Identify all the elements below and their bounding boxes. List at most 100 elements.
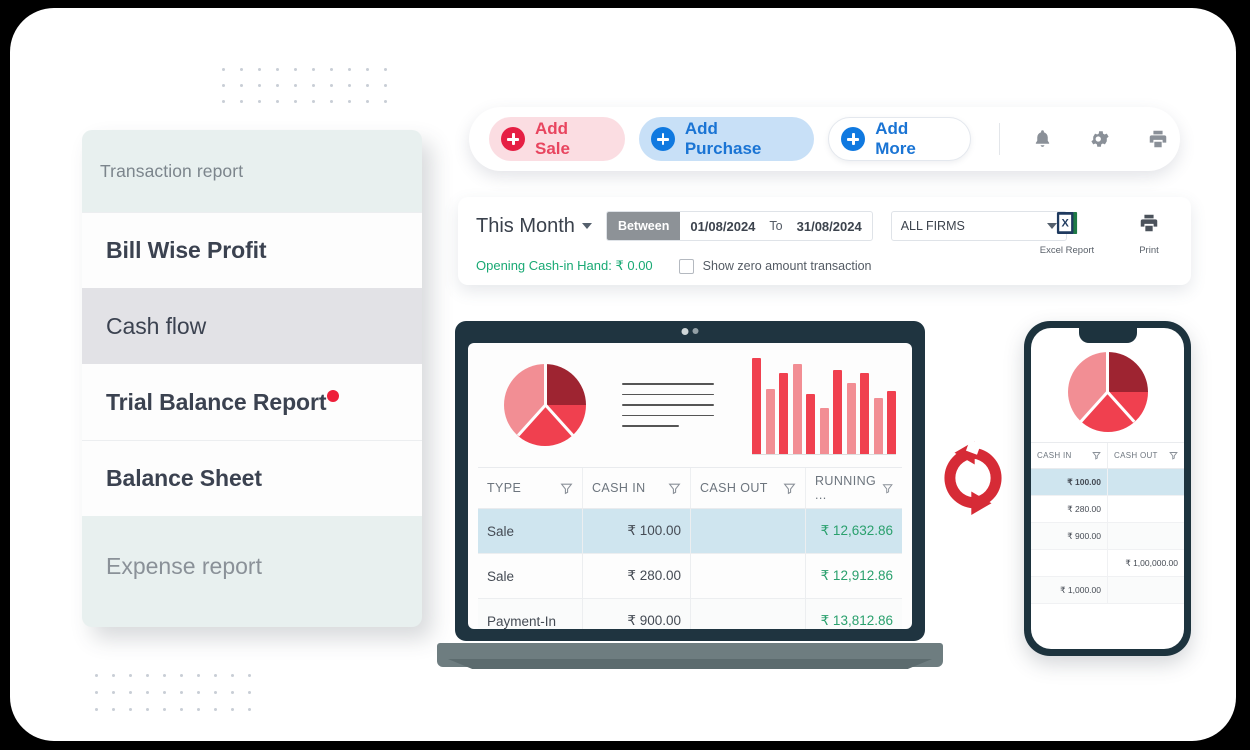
plus-circle-icon: [841, 127, 866, 151]
date-from-input[interactable]: 01/08/2024: [680, 212, 765, 240]
to-label: To: [769, 219, 783, 233]
opening-cash-in-hand: Opening Cash-in Hand: ₹ 0.00: [476, 258, 653, 273]
list-item[interactable]: ₹ 900.00: [1031, 523, 1184, 550]
add-purchase-button[interactable]: Add Purchase: [638, 117, 815, 161]
cell-cash-out: [1108, 496, 1184, 522]
gear-icon[interactable]: [1078, 119, 1122, 159]
column-label: RUNNING ...: [815, 474, 877, 502]
add-sale-button[interactable]: Add Sale: [489, 117, 625, 161]
pie-chart: [504, 364, 586, 446]
list-item[interactable]: ₹ 100.00: [1031, 469, 1184, 496]
sidebar-item-trial-balance-report[interactable]: Trial Balance Report: [82, 364, 422, 440]
laptop-chart-row: [468, 343, 912, 467]
phone-mockup: CASH IN CASH OUT ₹ 100.00 ₹ 280.00 ₹ 900…: [1024, 321, 1191, 656]
column-header-type[interactable]: TYPE: [478, 468, 583, 508]
sidebar-item-cash-flow[interactable]: Cash flow: [82, 288, 422, 364]
cash-flow-table: TYPE CASH IN CASH OUT RUNNING ... Sale ₹…: [468, 467, 912, 629]
cell-type: Sale: [478, 509, 583, 553]
cell-type: Sale: [478, 554, 583, 598]
sidebar-item-expense-report[interactable]: Expense report: [82, 516, 422, 616]
bar: [833, 369, 842, 454]
column-header-cash-in[interactable]: CASH IN: [1031, 443, 1108, 468]
bar: [752, 358, 761, 454]
filter-icon[interactable]: [882, 482, 893, 495]
column-header-running[interactable]: RUNNING ...: [806, 468, 902, 508]
cell-cash-out: [1108, 469, 1184, 495]
print-button[interactable]: Print: [1121, 211, 1177, 256]
bar: [765, 388, 775, 454]
print-label: Print: [1139, 245, 1159, 256]
plus-circle-icon: [650, 127, 675, 151]
column-label: TYPE: [487, 481, 522, 495]
bar: [846, 382, 856, 454]
reports-sidebar: Transaction report Bill Wise Profit Cash…: [82, 130, 422, 627]
decorative-dot-grid-top: [222, 68, 402, 116]
table-row[interactable]: Payment-In ₹ 900.00 ₹ 13,812.86: [478, 599, 902, 629]
cell-cash-in: ₹ 100.00: [1031, 469, 1108, 495]
report-filter-bar: This Month Between 01/08/2024 To 31/08/2…: [458, 197, 1191, 285]
filter-icon[interactable]: [1169, 451, 1178, 460]
excel-report-button[interactable]: X Excel Report: [1039, 211, 1095, 256]
laptop-screen: TYPE CASH IN CASH OUT RUNNING ... Sale ₹…: [468, 343, 912, 629]
column-header-cash-out[interactable]: CASH OUT: [1108, 443, 1184, 468]
phone-table-header: CASH IN CASH OUT: [1031, 442, 1184, 469]
add-sale-label: Add Sale: [535, 119, 570, 158]
screenshot-stage: Transaction report Bill Wise Profit Cash…: [0, 0, 1250, 750]
cell-cash-in: ₹ 1,000.00: [1031, 577, 1108, 603]
filter-icon[interactable]: [668, 482, 681, 495]
sidebar-item-balance-sheet[interactable]: Balance Sheet: [82, 440, 422, 516]
cell-cash-in: ₹ 280.00: [583, 554, 691, 598]
add-purchase-label: Add Purchase: [684, 119, 762, 158]
cell-cash-in: ₹ 900.00: [583, 599, 691, 629]
column-header-cash-out[interactable]: CASH OUT: [691, 468, 806, 508]
phone-screen: CASH IN CASH OUT ₹ 100.00 ₹ 280.00 ₹ 900…: [1031, 328, 1184, 649]
sidebar-item-label: Bill Wise Profit: [106, 237, 267, 263]
laptop-mockup: TYPE CASH IN CASH OUT RUNNING ... Sale ₹…: [437, 321, 943, 667]
cell-cash-in: ₹ 280.00: [1031, 496, 1108, 522]
excel-report-label: Excel Report: [1039, 245, 1095, 256]
bar: [779, 373, 788, 454]
bell-icon[interactable]: [1020, 119, 1064, 159]
list-item[interactable]: ₹ 1,00,000.00: [1031, 550, 1184, 577]
cell-cash-out: [1108, 523, 1184, 549]
add-more-label: Add More: [875, 119, 916, 158]
bar: [792, 363, 802, 454]
bar-chart: [752, 355, 896, 455]
filter-icon[interactable]: [560, 482, 573, 495]
period-dropdown[interactable]: This Month: [476, 215, 592, 238]
cell-cash-in: ₹ 900.00: [1031, 523, 1108, 549]
cell-cash-in: ₹ 100.00: [583, 509, 691, 553]
cell-cash-out: [1108, 577, 1184, 603]
filter-icon[interactable]: [783, 482, 796, 495]
bar: [819, 407, 829, 454]
printer-icon[interactable]: [1136, 119, 1180, 159]
laptop-camera-icon: [681, 328, 699, 335]
bar: [887, 390, 896, 454]
column-label: CASH OUT: [1114, 451, 1158, 460]
sidebar-header: Transaction report: [100, 160, 244, 181]
list-item[interactable]: ₹ 280.00: [1031, 496, 1184, 523]
phone-notch: [1078, 328, 1137, 343]
bar: [860, 373, 869, 454]
list-item[interactable]: ₹ 1,000.00: [1031, 577, 1184, 604]
new-badge-dot-icon: [327, 390, 340, 402]
cell-running: ₹ 12,912.86: [820, 568, 893, 583]
show-zero-checkbox[interactable]: [678, 258, 694, 274]
main-card: Transaction report Bill Wise Profit Cash…: [10, 8, 1236, 741]
table-row[interactable]: Sale ₹ 280.00 ₹ 12,912.86: [478, 554, 902, 599]
sidebar-item-label: Cash flow: [106, 312, 207, 339]
add-more-button[interactable]: Add More: [828, 117, 972, 161]
cell-cash-out: ₹ 1,00,000.00: [1125, 557, 1178, 568]
table-row[interactable]: Sale ₹ 100.00 ₹ 12,632.86: [478, 509, 902, 554]
laptop-base: [437, 643, 943, 667]
cell-cash-out: [691, 509, 806, 553]
filter-icon[interactable]: [1092, 451, 1101, 460]
between-label: Between: [606, 212, 681, 240]
column-header-cash-in[interactable]: CASH IN: [583, 468, 691, 508]
cell-running: ₹ 13,812.86: [820, 613, 893, 628]
bar: [806, 394, 815, 454]
date-to-input[interactable]: 31/08/2024: [787, 212, 872, 240]
sidebar-item-label: Expense report: [106, 552, 262, 579]
decorative-dot-grid-bottom: [95, 674, 265, 725]
sidebar-item-bill-wise-profit[interactable]: Bill Wise Profit: [82, 212, 422, 288]
